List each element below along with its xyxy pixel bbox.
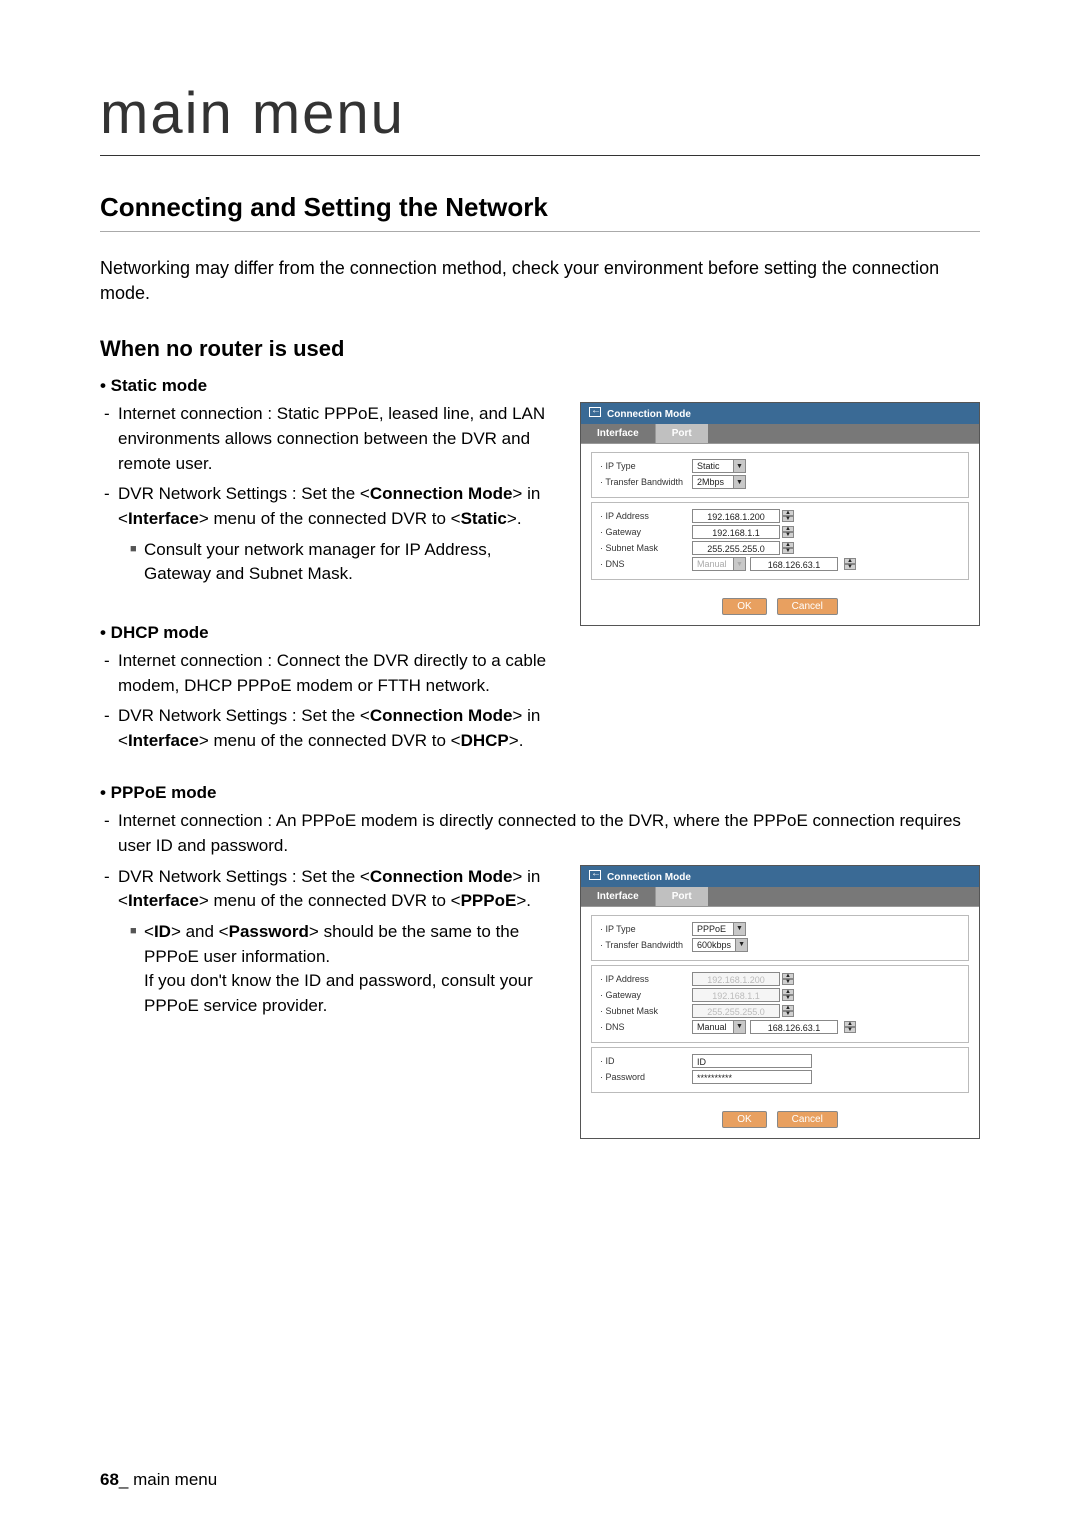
label-bandwidth: · Transfer Bandwidth	[600, 940, 692, 950]
input-password[interactable]: **********	[692, 1070, 812, 1084]
input-ip-addr: 192.168.1.200	[692, 972, 780, 986]
input-subnet: 255.255.255.0	[692, 1004, 780, 1018]
static-item-2: - DVR Network Settings : Set the <Connec…	[100, 482, 560, 531]
input-ip-addr[interactable]: 192.168.1.200	[692, 509, 780, 523]
spinner-icon: ▲▼	[782, 989, 794, 1001]
exit-icon[interactable]	[589, 407, 601, 417]
label-dns: · DNS	[600, 1022, 692, 1032]
select-ip-type[interactable]: Static▼	[692, 459, 746, 473]
spinner-icon[interactable]: ▲▼	[844, 558, 856, 570]
pppoe-item-1: - Internet connection : An PPPoE modem i…	[100, 809, 980, 858]
tab-port[interactable]: Port	[655, 424, 708, 443]
input-gateway[interactable]: 192.168.1.1	[692, 525, 780, 539]
spinner-icon[interactable]: ▲▼	[782, 526, 794, 538]
label-ip-addr: · IP Address	[600, 511, 692, 521]
select-bandwidth[interactable]: 2Mbps▼	[692, 475, 746, 489]
dialog-title: Connection Mode	[581, 866, 979, 887]
label-ip-type: · IP Type	[600, 924, 692, 934]
section-heading: Connecting and Setting the Network	[100, 192, 980, 223]
pppoe-sub-1: ■ <ID> and <Password> should be the same…	[100, 920, 560, 1019]
select-ip-type[interactable]: PPPoE▼	[692, 922, 746, 936]
input-dns[interactable]: 168.126.63.1	[750, 1020, 838, 1034]
static-mode-title: • Static mode	[100, 376, 980, 396]
section-rule	[100, 231, 980, 232]
label-dns: · DNS	[600, 559, 692, 569]
dialog-title: Connection Mode	[581, 403, 979, 424]
spinner-icon[interactable]: ▲▼	[782, 510, 794, 522]
select-dns-mode[interactable]: Manual▼	[692, 557, 746, 571]
spinner-icon: ▲▼	[782, 1005, 794, 1017]
label-password: · Password	[600, 1072, 692, 1082]
label-gateway: · Gateway	[600, 527, 692, 537]
dhcp-item-2: - DVR Network Settings : Set the <Connec…	[100, 704, 560, 753]
intro-text: Networking may differ from the connectio…	[100, 256, 980, 306]
label-bandwidth: · Transfer Bandwidth	[600, 477, 692, 487]
cancel-button[interactable]: Cancel	[777, 598, 838, 615]
label-ip-type: · IP Type	[600, 461, 692, 471]
input-id[interactable]: ID	[692, 1054, 812, 1068]
ok-button[interactable]: OK	[722, 1111, 766, 1128]
chevron-down-icon: ▼	[733, 558, 745, 570]
label-subnet: · Subnet Mask	[600, 543, 692, 553]
chevron-down-icon: ▼	[733, 460, 745, 472]
tab-port[interactable]: Port	[655, 887, 708, 906]
chevron-down-icon: ▼	[735, 939, 747, 951]
sub-heading: When no router is used	[100, 336, 980, 362]
chevron-down-icon: ▼	[733, 1021, 745, 1033]
exit-icon[interactable]	[589, 870, 601, 880]
tab-interface[interactable]: Interface	[581, 887, 655, 906]
input-subnet[interactable]: 255.255.255.0	[692, 541, 780, 555]
static-item-1: - Internet connection : Static PPPoE, le…	[100, 402, 560, 476]
pppoe-item-2: - DVR Network Settings : Set the <Connec…	[100, 865, 560, 914]
ok-button[interactable]: OK	[722, 598, 766, 615]
select-dns-mode[interactable]: Manual▼	[692, 1020, 746, 1034]
chevron-down-icon: ▼	[733, 923, 745, 935]
dialog-pppoe: Connection Mode Interface Port · IP Type…	[580, 865, 980, 1139]
spinner-icon: ▲▼	[782, 973, 794, 985]
label-id: · ID	[600, 1056, 692, 1066]
input-dns[interactable]: 168.126.63.1	[750, 557, 838, 571]
cancel-button[interactable]: Cancel	[777, 1111, 838, 1128]
input-gateway: 192.168.1.1	[692, 988, 780, 1002]
page-footer: 68_ main menu	[100, 1470, 217, 1490]
spinner-icon[interactable]: ▲▼	[844, 1021, 856, 1033]
dhcp-item-1: - Internet connection : Connect the DVR …	[100, 649, 560, 698]
tab-interface[interactable]: Interface	[581, 424, 655, 443]
page-title: main menu	[100, 80, 980, 156]
select-bandwidth[interactable]: 600kbps▼	[692, 938, 748, 952]
static-sub-1: ■ Consult your network manager for IP Ad…	[100, 538, 560, 587]
spinner-icon[interactable]: ▲▼	[782, 542, 794, 554]
pppoe-mode-title: • PPPoE mode	[100, 783, 980, 803]
label-subnet: · Subnet Mask	[600, 1006, 692, 1016]
dhcp-mode-title: • DHCP mode	[100, 623, 560, 643]
label-gateway: · Gateway	[600, 990, 692, 1000]
label-ip-addr: · IP Address	[600, 974, 692, 984]
dialog-static: Connection Mode Interface Port · IP Type…	[580, 402, 980, 626]
chevron-down-icon: ▼	[733, 476, 745, 488]
